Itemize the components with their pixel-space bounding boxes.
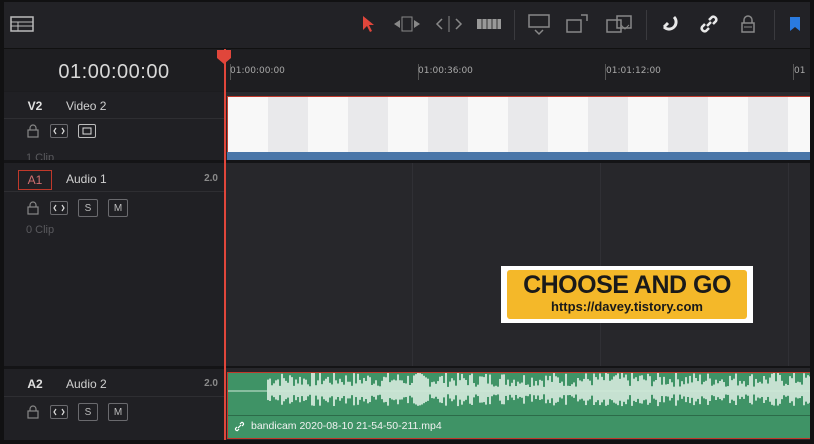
lock-icon[interactable]	[26, 405, 40, 419]
dynamic-trim-icon[interactable]	[432, 10, 466, 38]
auto-select-icon[interactable]	[50, 201, 68, 215]
overlay-title: CHOOSE AND GO	[523, 271, 731, 299]
track-id: V2	[27, 99, 43, 113]
overwrite-icon[interactable]	[562, 10, 592, 38]
toolbar-separator	[514, 10, 515, 40]
track-id: A2	[27, 377, 43, 391]
snapping-icon[interactable]	[658, 10, 684, 38]
audio-waveform	[228, 373, 810, 407]
track-id: A1	[18, 170, 52, 190]
replace-icon[interactable]	[602, 10, 636, 38]
video-clip-bar[interactable]	[227, 152, 810, 160]
track-name[interactable]: Audio 2	[66, 377, 107, 391]
track-level: 2.0	[204, 173, 218, 184]
ruler-label: 01:00:36:00	[418, 66, 473, 76]
timeline-window: 01:00:00:00 01:00:00:00 01:00:36:00 01:0…	[4, 2, 810, 440]
ruler-label: 01:00:00:00	[230, 66, 285, 76]
toolbar	[4, 2, 810, 49]
track-name[interactable]: Audio 1	[66, 172, 107, 186]
watermark-overlay: CHOOSE AND GO https://davey.tistory.com	[501, 266, 753, 323]
lock-icon[interactable]	[26, 124, 40, 138]
toolbar-separator	[646, 10, 647, 40]
playhead[interactable]	[224, 49, 226, 440]
overlay-url: https://davey.tistory.com	[551, 299, 703, 314]
track-lane-a2[interactable]: bandicam 2020-08-10 21-54-50-211.mp4	[225, 368, 810, 440]
disable-video-icon[interactable]	[78, 124, 96, 138]
track-lane-a1[interactable]: CHOOSE AND GO https://davey.tistory.com	[225, 163, 810, 366]
auto-select-icon[interactable]	[50, 124, 68, 138]
ruler-label: 01	[794, 66, 806, 76]
video-thumbnails	[228, 97, 810, 153]
lock-icon[interactable]	[736, 10, 760, 38]
flag-icon[interactable]	[784, 10, 806, 38]
ruler-label: 01:01:12:00	[606, 66, 661, 76]
insert-icon[interactable]	[524, 10, 554, 38]
audio-clip-name: bandicam 2020-08-10 21-54-50-211.mp4	[251, 420, 442, 432]
track-header-a2: A2 Audio 2 2.0 S M	[4, 368, 225, 440]
layout-icon[interactable]	[8, 10, 36, 38]
timeline-ruler[interactable]: 01:00:00:00 01:00:36:00 01:01:12:00 01	[225, 49, 810, 91]
solo-button[interactable]: S	[78, 199, 98, 217]
track-level: 2.0	[204, 378, 218, 389]
video-clip[interactable]	[227, 96, 810, 154]
lock-icon[interactable]	[26, 201, 40, 215]
mute-button[interactable]: M	[108, 403, 128, 421]
trim-icon[interactable]	[390, 10, 424, 38]
pointer-icon[interactable]	[356, 10, 380, 38]
timecode-panel: 01:00:00:00	[4, 49, 225, 91]
clip-count: 0 Clip	[26, 224, 55, 236]
track-lane-v2[interactable]	[225, 92, 810, 160]
toolbar-separator	[774, 10, 775, 40]
audio-clip[interactable]: bandicam 2020-08-10 21-54-50-211.mp4	[227, 372, 810, 439]
timecode-display[interactable]: 01:00:00:00	[4, 61, 224, 84]
solo-button[interactable]: S	[78, 403, 98, 421]
track-header-v2: V2 Video 2 1 Clip	[4, 92, 225, 164]
track-name[interactable]: Video 2	[66, 99, 106, 113]
auto-select-icon[interactable]	[50, 405, 68, 419]
link-icon[interactable]	[696, 10, 722, 38]
mute-button[interactable]: M	[108, 199, 128, 217]
track-header-a1: A1 Audio 1 2.0 S M 0 Clip	[4, 163, 225, 366]
blade-icon[interactable]	[474, 10, 504, 38]
link-icon	[234, 421, 245, 431]
